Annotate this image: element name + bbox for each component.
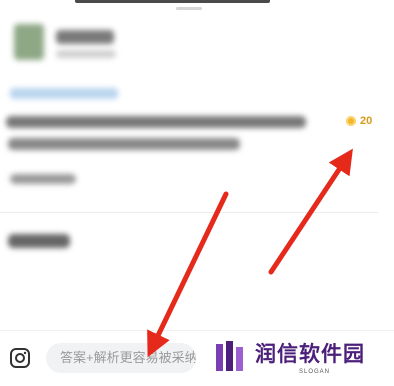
question-text-blurred-line-2 (8, 138, 240, 150)
question-extra-blurred (10, 174, 76, 184)
reward-badge: 20 (346, 115, 372, 127)
brand-slogan: SLOGAN (299, 369, 331, 375)
question-tag-blurred[interactable] (10, 88, 118, 99)
user-name-blurred (56, 30, 114, 44)
drag-handle[interactable] (176, 7, 202, 10)
coin-icon (346, 116, 356, 126)
watermark-logo: 润信软件园 SLOGAN (205, 336, 394, 385)
annotation-arrow-to-reward (268, 148, 353, 275)
brand-name: 润信软件园 (255, 343, 365, 366)
annotation-arrow-to-input (147, 191, 229, 358)
question-text-blurred-line-1 (6, 116, 306, 128)
answer-input[interactable]: 答案+解析更容易被采纳 (46, 343, 196, 373)
reward-points: 20 (360, 115, 373, 127)
sheet-top-line (75, 0, 270, 3)
answer-section-blurred (8, 234, 70, 248)
user-meta-blurred (56, 50, 116, 58)
brand-logo-mark (216, 341, 243, 371)
content-divider (0, 212, 378, 213)
user-avatar[interactable] (14, 24, 44, 60)
camera-icon[interactable] (9, 347, 31, 369)
